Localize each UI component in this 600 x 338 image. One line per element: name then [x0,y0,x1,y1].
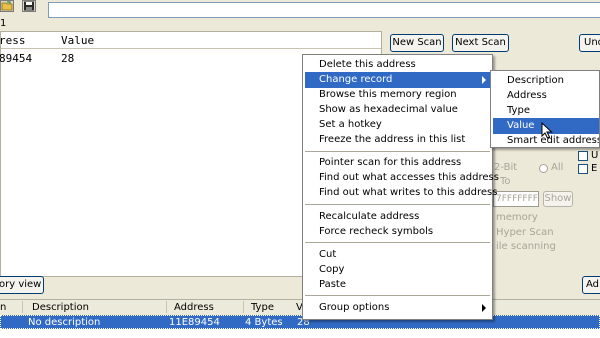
menu-item-recalculate-address[interactable]: Recalculate address [305,209,490,225]
menu-item-force-recheck-symbols[interactable]: Force recheck symbols [305,224,490,240]
floppy-disk-icon[interactable] [22,0,36,12]
row-type: 4 Bytes [245,317,283,328]
menu-item-pointer-scan[interactable]: Pointer scan for this address [305,155,490,171]
option-checkbox-e-label: E [591,163,598,174]
address-list[interactable]: n Description Address Type Value No desc… [0,299,600,338]
menu-item-set-hotkey[interactable]: Set a hotkey [305,117,490,133]
submenu-item-address[interactable]: Address [493,88,599,104]
add-address-button[interactable]: Ad [582,276,600,294]
col-description[interactable]: Description [32,302,89,313]
menu-item-browse-memory[interactable]: Browse this memory region [305,87,490,103]
submenu-arrow-icon [482,304,486,312]
submenu-item-type[interactable]: Type [493,103,599,119]
column-divider[interactable] [166,301,167,313]
col-address[interactable]: Address [174,302,214,313]
hyper-scan-label: Hyper Scan [496,227,554,238]
row-address: 11E89454 [169,317,220,328]
address-list-header: n Description Address Type Value [0,300,600,316]
context-menu: Delete this address Change record Browse… [302,54,499,320]
menu-item-paste[interactable]: Paste [305,277,490,293]
to-label: To [500,176,511,187]
next-scan-button[interactable]: Next Scan [452,34,509,52]
process-path-field[interactable] [48,2,600,18]
memory-label: memory [496,212,538,223]
col-active[interactable]: n [0,302,6,313]
menu-item-change-record[interactable]: Change record [305,72,490,88]
found-row-address: 89454 [0,52,33,65]
new-scan-button[interactable]: New Scan [390,34,444,52]
undo-scan-button[interactable]: Und [579,34,600,52]
found-list-header: ress Value [0,32,381,49]
menu-separator [305,295,490,297]
option-checkbox-u-label: U [591,150,599,161]
submenu-item-description[interactable]: Description [493,73,599,89]
while-scanning-label: ile scanning [496,241,556,252]
column-divider[interactable] [243,301,244,313]
menu-item-change-record-label: Change record [319,74,393,85]
menu-item-group-options[interactable]: Group options [305,300,490,316]
found-count: 1 [0,18,7,29]
table-row[interactable]: No description 11E89454 4 Bytes 28 [0,315,600,329]
menu-item-group-options-label: Group options [319,302,390,313]
option-checkbox-e[interactable] [578,164,588,174]
menu-separator [305,151,490,153]
row-description: No description [28,317,101,328]
menu-item-cut[interactable]: Cut [305,247,490,263]
column-divider[interactable] [22,301,23,313]
menu-item-show-hex[interactable]: Show as hexadecimal value [305,102,490,118]
submenu-arrow-icon [482,76,486,84]
option-checkbox-u[interactable] [578,151,588,161]
found-value-column[interactable]: Value [61,34,94,47]
found-row-value: 28 [61,52,75,65]
all-label: All [551,162,564,173]
menu-item-find-accesses[interactable]: Find out what accesses this address [305,170,499,186]
found-address-column[interactable]: ress [0,34,26,47]
folder-open-icon[interactable] [0,0,14,12]
mouse-pointer-icon [541,121,553,143]
stop-address-field[interactable]: 7FFFFFFF [493,191,539,207]
show-button[interactable]: Show [543,191,573,207]
menu-separator [305,204,490,206]
col-type[interactable]: Type [251,302,274,313]
menu-item-find-writes[interactable]: Find out what writes to this address [305,185,497,201]
all-radio[interactable] [539,164,548,173]
menu-separator [305,242,490,244]
menu-item-copy[interactable]: Copy [305,262,490,278]
menu-item-freeze-address[interactable]: Freeze the address in this list [305,132,490,148]
menu-item-delete-address[interactable]: Delete this address [305,57,490,73]
memory-view-button[interactable]: ory view [0,276,44,294]
